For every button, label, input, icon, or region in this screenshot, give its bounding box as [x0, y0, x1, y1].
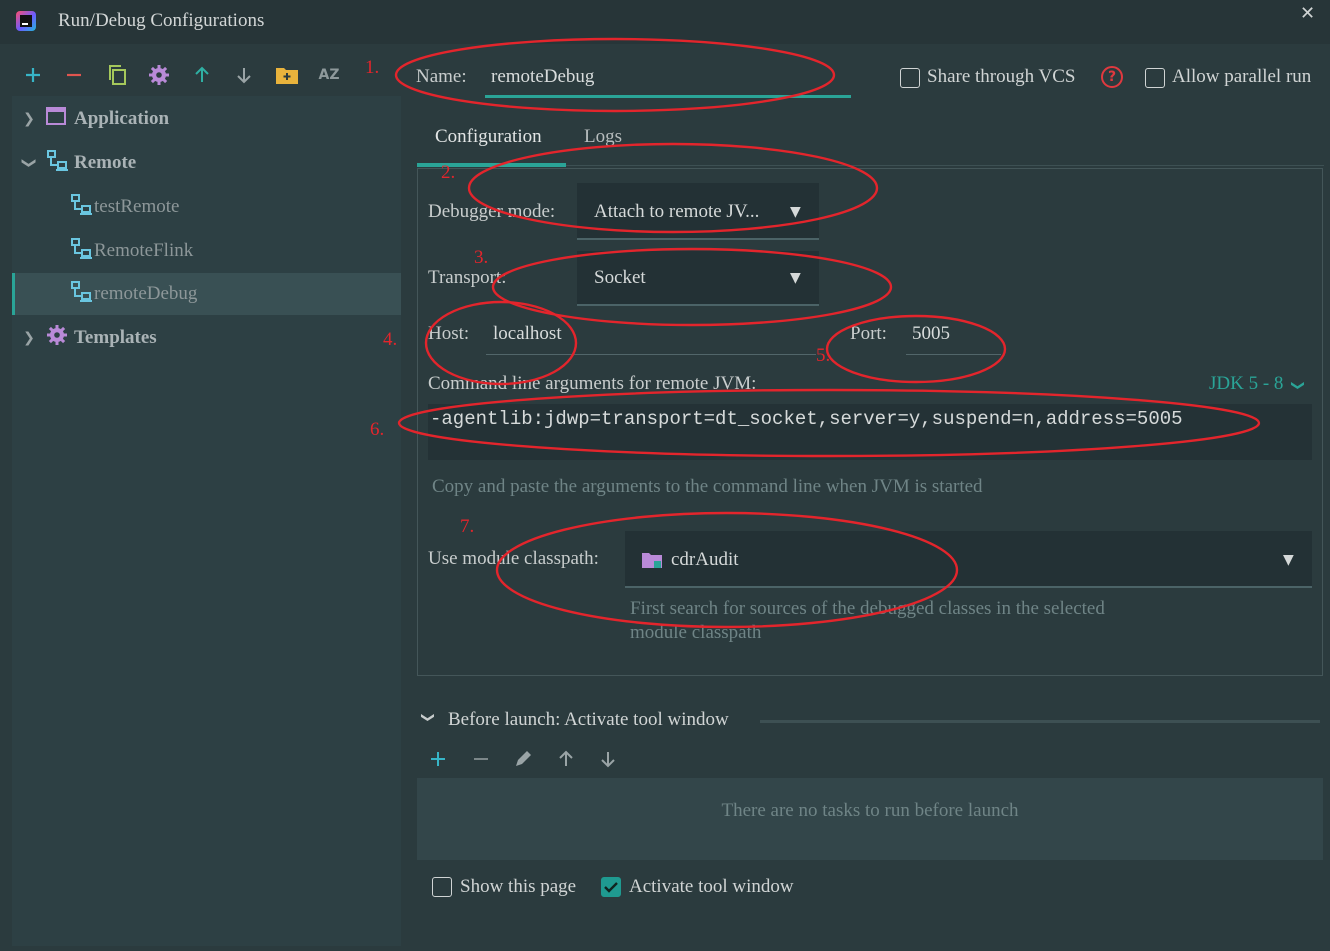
cmd-args-hint: Copy and paste the arguments to the comm…: [432, 476, 983, 497]
edit-icon[interactable]: [510, 746, 536, 772]
module-classpath-label: Use module classpath:: [428, 548, 599, 569]
active-tab-indicator: [417, 163, 566, 167]
share-vcs-checkbox[interactable]: [900, 68, 920, 88]
debugger-mode-label: Debugger mode:: [428, 201, 556, 222]
window-title: Run/Debug Configurations: [58, 10, 265, 31]
add-icon[interactable]: [425, 746, 451, 772]
cmd-args-label: Command line arguments for remote JVM:: [428, 373, 757, 394]
new-folder-icon[interactable]: [274, 62, 300, 88]
chevron-right-icon[interactable]: ❯: [12, 111, 46, 127]
chevron-down-icon: ❯: [1290, 380, 1306, 391]
move-down-icon[interactable]: [231, 62, 257, 88]
transport-dropdown[interactable]: Socket ▼: [577, 251, 819, 306]
settings-icon[interactable]: [146, 62, 172, 88]
activate-tool-window-checkbox[interactable]: [601, 877, 621, 897]
annotation-number-4: 4.: [383, 329, 398, 350]
allow-parallel-label: Allow parallel run: [1172, 66, 1312, 87]
tree-item-remote[interactable]: ❯ Remote: [12, 142, 401, 184]
annotation-number-2: 2.: [441, 162, 456, 183]
settings-icon: [46, 324, 68, 352]
tree-item-application[interactable]: ❯ Application: [12, 98, 401, 140]
remove-icon[interactable]: [468, 746, 494, 772]
module-classpath-dropdown[interactable]: cdrAudit ▼: [625, 531, 1312, 588]
module-hint-line1: First search for sources of the debugged…: [630, 598, 1105, 619]
dropdown-arrow-icon: ▼: [790, 270, 801, 286]
remote-icon: [70, 237, 92, 265]
annotation-number-5: 5.: [816, 345, 831, 366]
port-input[interactable]: 5005: [906, 316, 1001, 356]
transport-label: Transport:: [428, 267, 507, 288]
tree-item-label: Application: [74, 108, 170, 129]
empty-tasks-text: There are no tasks to run before launch: [721, 800, 1019, 821]
move-up-icon[interactable]: [553, 746, 579, 772]
chevron-down-icon[interactable]: ❯: [21, 146, 37, 180]
debugger-mode-dropdown[interactable]: Attach to remote JV... ▼: [577, 183, 819, 240]
intellij-logo-icon: [16, 11, 36, 31]
port-input-underline: [906, 354, 1001, 355]
before-launch-title: Before launch: Activate tool window: [448, 709, 729, 730]
host-input-value: localhost: [493, 323, 562, 344]
before-launch-task-list[interactable]: There are no tasks to run before launch: [417, 778, 1323, 860]
host-input[interactable]: localhost: [486, 316, 816, 356]
chevron-right-icon[interactable]: ❯: [12, 330, 46, 346]
tree-item-label: RemoteFlink: [94, 240, 194, 261]
transport-value: Socket: [594, 267, 646, 288]
host-label: Host:: [428, 323, 470, 344]
remove-icon[interactable]: [61, 62, 87, 88]
host-input-underline: [486, 354, 816, 355]
chevron-down-icon[interactable]: ❯: [420, 712, 435, 723]
move-down-icon[interactable]: [595, 746, 621, 772]
module-classpath-value: cdrAudit: [671, 549, 739, 570]
port-label: Port:: [850, 323, 887, 344]
tree-item-templates[interactable]: ❯ Templates: [12, 317, 401, 359]
name-input-value: remoteDebug: [491, 66, 595, 87]
copy-icon[interactable]: [104, 62, 130, 88]
name-input[interactable]: remoteDebug: [485, 58, 851, 98]
tree-item-label: Templates: [74, 327, 157, 348]
jdk-version-selector[interactable]: JDK 5 - 8 ❯: [1209, 373, 1306, 395]
before-launch-divider: [760, 720, 1320, 723]
debugger-mode-value: Attach to remote JV...: [594, 201, 760, 222]
tab-logs[interactable]: Logs: [584, 126, 622, 148]
dropdown-arrow-icon: ▼: [790, 204, 801, 220]
add-icon[interactable]: [20, 62, 46, 88]
show-page-checkbox[interactable]: [432, 877, 452, 897]
tree-item-testremote[interactable]: testRemote: [12, 186, 401, 228]
remote-icon: [46, 149, 68, 177]
tab-configuration[interactable]: Configuration: [435, 126, 542, 148]
dropdown-arrow-icon: ▼: [1283, 552, 1294, 568]
help-icon[interactable]: ?: [1101, 66, 1123, 88]
move-up-icon[interactable]: [189, 62, 215, 88]
cmd-args-textarea[interactable]: -agentlib:jdwp=transport=dt_socket,serve…: [428, 404, 1312, 460]
module-hint-line2: module classpath: [630, 622, 762, 643]
jdk-version-label: JDK 5 - 8: [1209, 373, 1284, 394]
annotation-number-3: 3.: [474, 247, 489, 268]
share-vcs-label: Share through VCS: [927, 66, 1076, 87]
sort-az-icon[interactable]: AZ: [316, 62, 342, 88]
checkmark-icon: [604, 882, 618, 893]
port-input-value: 5005: [912, 323, 950, 344]
module-folder-icon: [641, 550, 663, 576]
tree-item-remotedebug[interactable]: remoteDebug: [12, 273, 401, 315]
activate-tool-window-label: Activate tool window: [629, 876, 794, 897]
application-icon: [46, 107, 66, 131]
annotation-number-1: 1.: [365, 57, 380, 78]
annotation-number-6: 6.: [370, 419, 385, 440]
cmd-args-value: -agentlib:jdwp=transport=dt_socket,serve…: [430, 408, 1183, 430]
name-label: Name:: [416, 66, 467, 87]
remote-icon: [70, 193, 92, 221]
tree-item-label: testRemote: [94, 196, 180, 217]
close-icon[interactable]: ✕: [1300, 3, 1315, 24]
tree-item-label: Remote: [74, 152, 137, 173]
annotation-number-7: 7.: [460, 516, 475, 537]
show-page-label: Show this page: [460, 876, 577, 897]
tree-item-label: remoteDebug: [94, 283, 198, 304]
allow-parallel-checkbox[interactable]: [1145, 68, 1165, 88]
remote-icon: [70, 280, 92, 308]
tree-item-remoteflink[interactable]: RemoteFlink: [12, 230, 401, 272]
